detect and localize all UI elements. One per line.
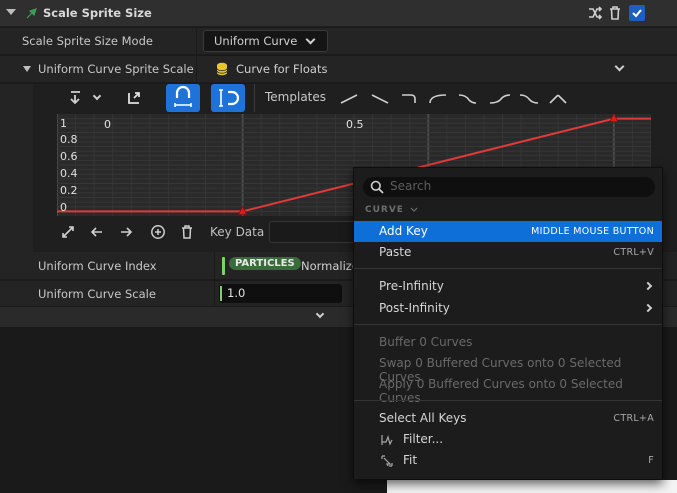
snap-time-button[interactable]	[166, 84, 200, 112]
y-tick-label: 1	[60, 117, 67, 130]
menu-section-curve: CURVE	[365, 205, 418, 215]
snap-value-button[interactable]	[211, 84, 245, 112]
expand-advanced-icon[interactable]	[315, 309, 325, 319]
magnet-vertical-icon	[219, 89, 240, 107]
curve-templates	[340, 94, 567, 104]
delete-key-icon[interactable]	[179, 224, 195, 240]
menu-item-post-infinity[interactable]: Post-Infinity	[354, 298, 662, 319]
y-tick-label: 0.4	[60, 167, 78, 180]
curve-type-chevron-icon[interactable]	[614, 61, 625, 72]
trash-icon[interactable]	[607, 5, 623, 21]
check-icon	[632, 9, 642, 18]
section-collapse-icon[interactable]	[410, 207, 418, 213]
dropdown-chevron-icon[interactable]	[92, 91, 102, 101]
index-label: Uniform Curve Index	[38, 259, 157, 273]
background-panel	[387, 480, 677, 493]
submenu-arrow-icon	[643, 303, 653, 313]
open-external-icon[interactable]	[126, 90, 142, 106]
scale-input-value: 1.0	[227, 286, 246, 300]
templates-label: Templates	[265, 90, 327, 104]
y-tick-label: 0.8	[60, 133, 78, 146]
menu-search-input[interactable]: Search	[390, 179, 431, 193]
filter-icon	[381, 435, 393, 446]
mode-dropdown-value: Uniform Curve	[214, 34, 298, 48]
chevron-down-icon	[305, 34, 316, 45]
key-data-label: Key Data	[210, 225, 265, 239]
scale-label: Uniform Curve Scale	[38, 287, 156, 301]
y-tick-label: 0.2	[60, 184, 78, 197]
add-key-icon[interactable]	[150, 224, 166, 240]
next-key-icon[interactable]	[118, 224, 134, 240]
template-ease-in-icon	[458, 94, 477, 104]
menu-item-add-key[interactable]: Add Key MIDDLE MOUSE BUTTON	[354, 221, 662, 242]
curve-type: Curve for Floats	[236, 62, 328, 76]
menu-item-fit[interactable]: Fit F	[354, 450, 662, 471]
context-menu: Search CURVE Add Key MIDDLE MOUSE BUTTON …	[353, 167, 663, 480]
fit-icon	[381, 455, 393, 467]
mode-label: Scale Sprite Size Mode	[22, 34, 153, 48]
template-linear-up-icon	[340, 94, 358, 104]
menu-search-box[interactable]: Search	[363, 177, 655, 197]
mode-row: Scale Sprite Size Mode Uniform Curve	[0, 28, 677, 55]
database-icon	[216, 62, 228, 76]
magnet-horizontal-icon	[174, 85, 192, 107]
menu-item-pre-infinity[interactable]: Pre-Infinity	[354, 276, 662, 297]
section-title: Scale Sprite Size	[43, 6, 152, 20]
menu-item-filter[interactable]: Filter...	[354, 429, 662, 450]
search-icon	[370, 180, 384, 194]
shuffle-icon[interactable]	[587, 5, 603, 21]
y-tick-label: 0	[60, 201, 67, 214]
menu-item-buffer-curves: Buffer 0 Curves	[379, 335, 473, 349]
template-smooth-up-icon	[489, 94, 511, 104]
collapse-arrow-icon[interactable]	[6, 9, 16, 15]
template-ease-out-icon	[429, 94, 447, 104]
mode-dropdown[interactable]: Uniform Curve	[203, 30, 328, 52]
x-tick-label: 0	[104, 118, 111, 131]
template-smooth-down-icon	[519, 94, 539, 104]
template-linear-down-icon	[371, 94, 389, 104]
template-step-icon	[402, 94, 416, 103]
y-tick-label: 0.6	[60, 150, 78, 163]
enable-checkbox[interactable]	[629, 5, 645, 21]
previous-key-icon[interactable]	[89, 224, 105, 240]
menu-item-paste[interactable]: Paste CTRL+V	[354, 242, 662, 263]
expand-arrow-icon[interactable]	[23, 66, 31, 72]
curve-toolbar: Templates	[33, 84, 677, 112]
particles-badge: PARTICLES	[229, 257, 301, 270]
module-icon	[26, 8, 37, 19]
key-interp-icon[interactable]	[67, 89, 87, 107]
x-tick-label: 0.5	[346, 118, 364, 131]
template-bell-icon	[549, 94, 567, 104]
curve-label: Uniform Curve Sprite Scale	[38, 62, 194, 76]
curve-row: Uniform Curve Sprite Scale Curve for Flo…	[0, 56, 677, 83]
menu-item-apply-buffered: Apply 0 Buffered Curves onto 0 Selected …	[379, 377, 623, 405]
menu-item-select-all-keys[interactable]: Select All Keys CTRL+A	[354, 408, 662, 429]
submenu-arrow-icon	[643, 281, 653, 291]
fit-view-icon[interactable]	[60, 224, 76, 240]
index-value[interactable]: Normalize	[301, 259, 359, 273]
key-data-field[interactable]	[269, 221, 359, 243]
menu-item-swap-buffered: Swap 0 Buffered Curves onto 0 Selected C…	[379, 356, 622, 384]
scale-input[interactable]: 1.0	[219, 284, 342, 303]
section-header[interactable]: Scale Sprite Size	[0, 0, 677, 27]
